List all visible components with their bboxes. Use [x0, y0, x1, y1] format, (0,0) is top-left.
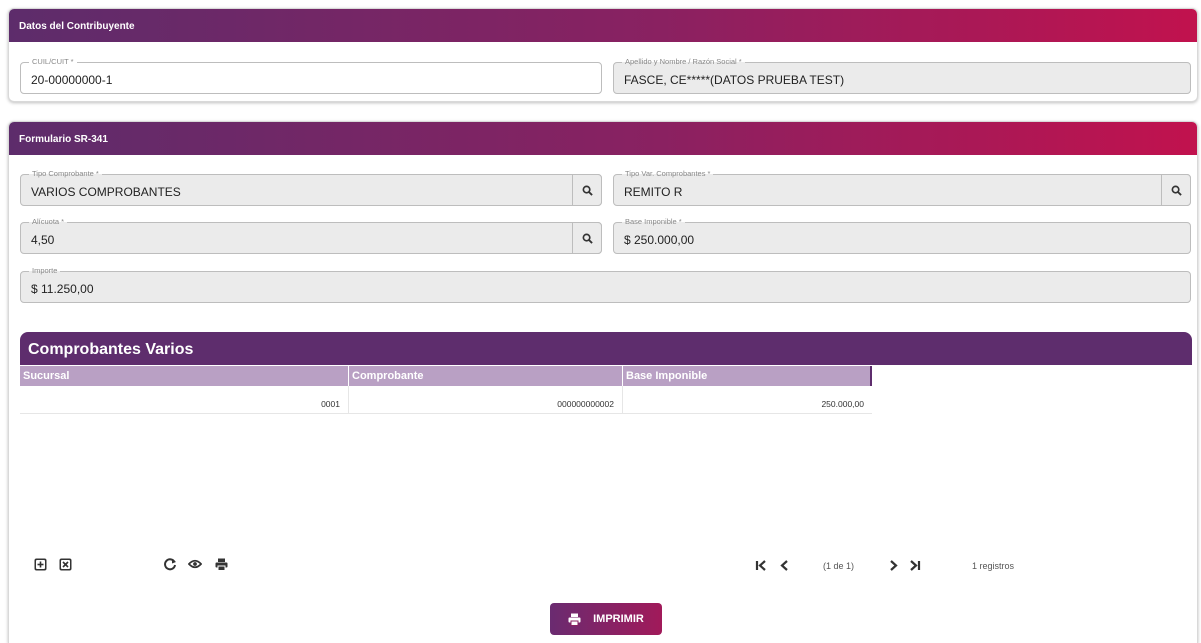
- plus-square-icon: [34, 558, 46, 570]
- last-page-icon: [909, 559, 920, 571]
- tipo-comprobante-value: VARIOS COMPROBANTES: [31, 185, 181, 199]
- alicuota-field[interactable]: Alícuota * 4,50: [20, 216, 602, 254]
- tipo-var-comprobantes-value: REMITO R: [624, 185, 683, 199]
- page-indicator: (1 de 1): [823, 561, 855, 571]
- records-count: 1 registros: [972, 561, 1015, 571]
- form-panel-header: Formulario SR-341: [9, 122, 1197, 155]
- add-row-button[interactable]: [33, 557, 47, 571]
- taxpayer-panel-header: Datos del Contribuyente: [9, 9, 1197, 42]
- search-icon: [1171, 185, 1182, 196]
- tipo-var-search-button[interactable]: [1161, 174, 1191, 206]
- base-imponible-label: Base Imponible *: [622, 216, 685, 228]
- table-row[interactable]: 0001 000000000002 250.000,00: [20, 386, 872, 414]
- search-icon: [582, 233, 593, 244]
- tipo-var-comprobantes-label: Tipo Var. Comprobantes *: [622, 168, 714, 180]
- name-value: FASCE, CE*****(DATOS PRUEBA TEST): [624, 73, 845, 87]
- column-header-sucursal[interactable]: Sucursal: [20, 366, 349, 386]
- cuit-field[interactable]: CUIL/CUIT * 20-00000000-1: [20, 56, 602, 94]
- comprobantes-table: Comprobantes Varios Sucursal Comprobante…: [20, 332, 1192, 414]
- imprimir-button[interactable]: IMPRIMIR: [550, 603, 662, 635]
- importe-field: Importe $ 11.250,00: [20, 265, 1191, 303]
- view-button[interactable]: [188, 557, 202, 571]
- refresh-icon: [164, 558, 176, 571]
- cell-sucursal: 0001: [20, 386, 349, 413]
- importe-label: Importe: [29, 265, 61, 277]
- tipo-comprobante-search-button[interactable]: [572, 174, 602, 206]
- column-header-comprobante[interactable]: Comprobante: [349, 366, 623, 386]
- column-header-base-imponible[interactable]: Base Imponible: [623, 366, 872, 386]
- printer-icon: [215, 558, 227, 571]
- cuit-label: CUIL/CUIT *: [29, 56, 77, 68]
- print-toolbar-button[interactable]: [214, 557, 228, 571]
- tipo-comprobante-label: Tipo Comprobante *: [29, 168, 102, 180]
- delete-row-button[interactable]: [58, 557, 72, 571]
- alicuota-value: 4,50: [31, 233, 55, 247]
- first-page-icon: [755, 559, 766, 571]
- name-field: Apellido y Nombre / Razón Social * FASCE…: [613, 56, 1191, 94]
- search-icon: [582, 185, 593, 196]
- cell-base-imponible: 250.000,00: [821, 399, 864, 409]
- alicuota-search-button[interactable]: [572, 222, 602, 254]
- base-imponible-value: $ 250.000,00: [624, 233, 695, 247]
- first-page-button[interactable]: [754, 558, 768, 572]
- alicuota-label: Alícuota *: [29, 216, 68, 228]
- next-page-button[interactable]: [886, 558, 900, 572]
- refresh-button[interactable]: [163, 557, 177, 571]
- eye-icon: [188, 559, 202, 569]
- last-page-button[interactable]: [907, 558, 921, 572]
- table-title: Comprobantes Varios: [20, 332, 1192, 365]
- chevron-right-icon: [889, 559, 898, 571]
- taxpayer-panel: Datos del Contribuyente CUIL/CUIT * 20-0…: [8, 8, 1198, 102]
- name-label: Apellido y Nombre / Razón Social *: [622, 56, 745, 68]
- tipo-comprobante-field[interactable]: Tipo Comprobante * VARIOS COMPROBANTES: [20, 168, 602, 206]
- base-imponible-field: Base Imponible * $ 250.000,00: [613, 216, 1191, 254]
- cuit-value[interactable]: 20-00000000-1: [31, 73, 112, 87]
- prev-page-button[interactable]: [777, 558, 791, 572]
- chevron-left-icon: [779, 559, 788, 571]
- table-header-row: Sucursal Comprobante Base Imponible: [20, 366, 872, 386]
- printer-icon: [568, 613, 581, 626]
- imprimir-label: IMPRIMIR: [593, 613, 644, 625]
- tipo-var-comprobantes-field[interactable]: Tipo Var. Comprobantes * REMITO R: [613, 168, 1191, 206]
- x-square-icon: [59, 558, 71, 570]
- cell-comprobante: 000000000002: [349, 386, 623, 413]
- importe-value: $ 11.250,00: [31, 282, 94, 296]
